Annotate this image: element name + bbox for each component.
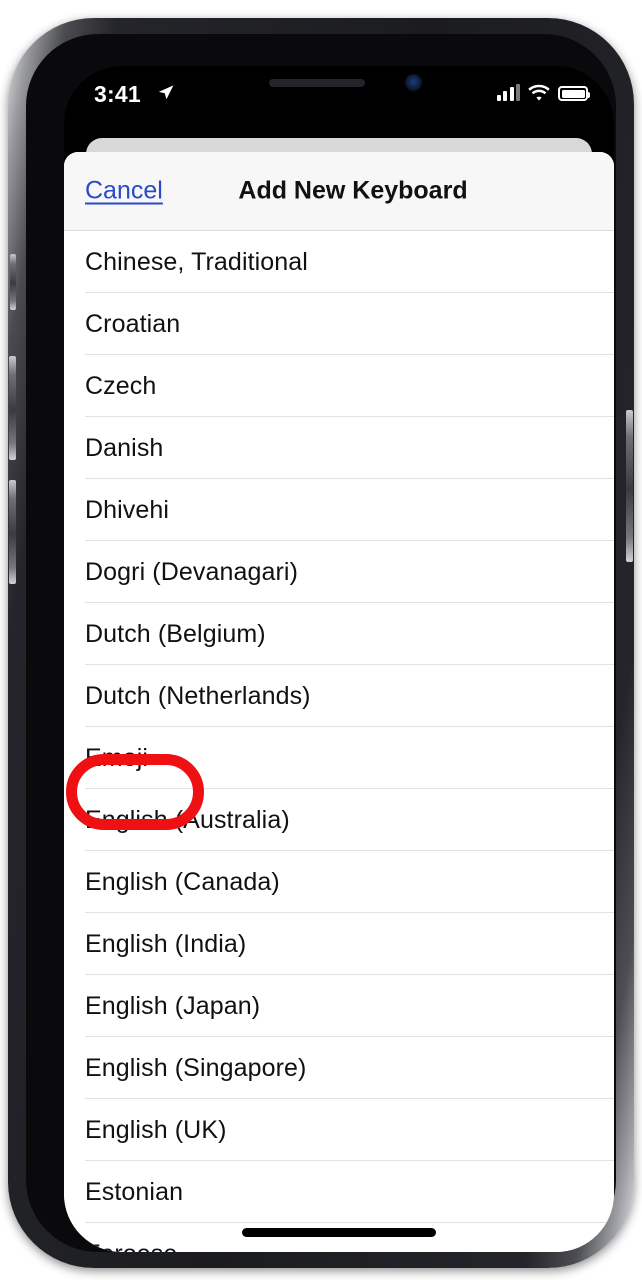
- keyboard-list-item-label: English (Japan): [85, 991, 261, 1020]
- keyboard-list-item[interactable]: Chinese, Traditional: [64, 231, 614, 293]
- keyboard-list-item[interactable]: English (Singapore): [64, 1037, 614, 1099]
- keyboard-list-item-label: Dutch (Belgium): [85, 619, 266, 648]
- battery-fill: [561, 89, 585, 98]
- location-arrow-icon: [156, 83, 175, 107]
- keyboard-list-item[interactable]: Dhivehi: [64, 479, 614, 541]
- phone-screen: 3:41 Cancel Add New Keyboard Chinese, Tr…: [64, 66, 614, 1252]
- keyboard-list-item[interactable]: Estonian: [64, 1161, 614, 1223]
- cellular-signal-icon: [496, 84, 520, 101]
- keyboard-list-item[interactable]: Dogri (Devanagari): [64, 541, 614, 603]
- keyboard-language-list[interactable]: Chinese, Traditional Croatian Czech Danish D…: [64, 231, 614, 1252]
- keyboard-list-item-label: Dhivehi: [85, 495, 170, 524]
- keyboard-list-item-label: English (UK): [85, 1115, 227, 1144]
- keyboard-list-item-label: Croatian: [85, 309, 181, 338]
- phone-bezel: 3:41 Cancel Add New Keyboard Chinese, Tr…: [26, 34, 616, 1252]
- front-camera-icon: [406, 75, 421, 90]
- keyboard-list-item[interactable]: English (India): [64, 913, 614, 975]
- keyboard-list-item[interactable]: Dutch (Belgium): [64, 603, 614, 665]
- keyboard-list-item-label: English (Canada): [85, 867, 280, 896]
- battery-icon: [558, 86, 590, 101]
- keyboard-list-item-label: Estonian: [85, 1177, 184, 1206]
- earpiece-speaker-icon: [269, 79, 365, 87]
- keyboard-list-item-label: English (India): [85, 929, 247, 958]
- notch: [231, 66, 447, 102]
- silent-switch-button[interactable]: [10, 254, 16, 310]
- volume-up-button[interactable]: [9, 356, 16, 460]
- keyboard-list-item-label: Chinese, Traditional: [85, 247, 308, 276]
- keyboard-list-item-label: English (Singapore): [85, 1053, 307, 1082]
- wifi-icon: [528, 84, 550, 101]
- keyboard-list-item[interactable]: English (Japan): [64, 975, 614, 1037]
- keyboard-list-item-label: English (Australia): [85, 805, 290, 834]
- keyboard-list-item-label: Faroese: [85, 1240, 177, 1253]
- keyboard-list-item-label: Dogri (Devanagari): [85, 557, 298, 586]
- keyboard-list-item[interactable]: Czech: [64, 355, 614, 417]
- power-button[interactable]: [626, 410, 633, 562]
- keyboard-list-item[interactable]: Emoji: [64, 727, 614, 789]
- keyboard-list-item-label: Danish: [85, 433, 164, 462]
- status-indicators: [496, 84, 590, 101]
- sheet-header: Cancel Add New Keyboard: [64, 152, 614, 231]
- page-title: Add New Keyboard: [238, 176, 468, 205]
- home-indicator[interactable]: [242, 1228, 436, 1237]
- status-time: 3:41: [94, 81, 141, 107]
- keyboard-list-item-label: Emoji: [85, 743, 149, 772]
- volume-down-button[interactable]: [9, 480, 16, 584]
- add-keyboard-modal-sheet: Cancel Add New Keyboard Chinese, Traditi…: [64, 152, 614, 1252]
- keyboard-list-item[interactable]: Danish: [64, 417, 614, 479]
- keyboard-list-item[interactable]: English (Australia): [64, 789, 614, 851]
- keyboard-list-item[interactable]: English (UK): [64, 1099, 614, 1161]
- keyboard-list-item[interactable]: English (Canada): [64, 851, 614, 913]
- keyboard-list-item-label: Dutch (Netherlands): [85, 681, 311, 710]
- keyboard-list-item-label: Czech: [85, 371, 157, 400]
- phone-frame: 3:41 Cancel Add New Keyboard Chinese, Tr…: [8, 18, 634, 1268]
- keyboard-list-item[interactable]: Croatian: [64, 293, 614, 355]
- keyboard-list-item[interactable]: Dutch (Netherlands): [64, 665, 614, 727]
